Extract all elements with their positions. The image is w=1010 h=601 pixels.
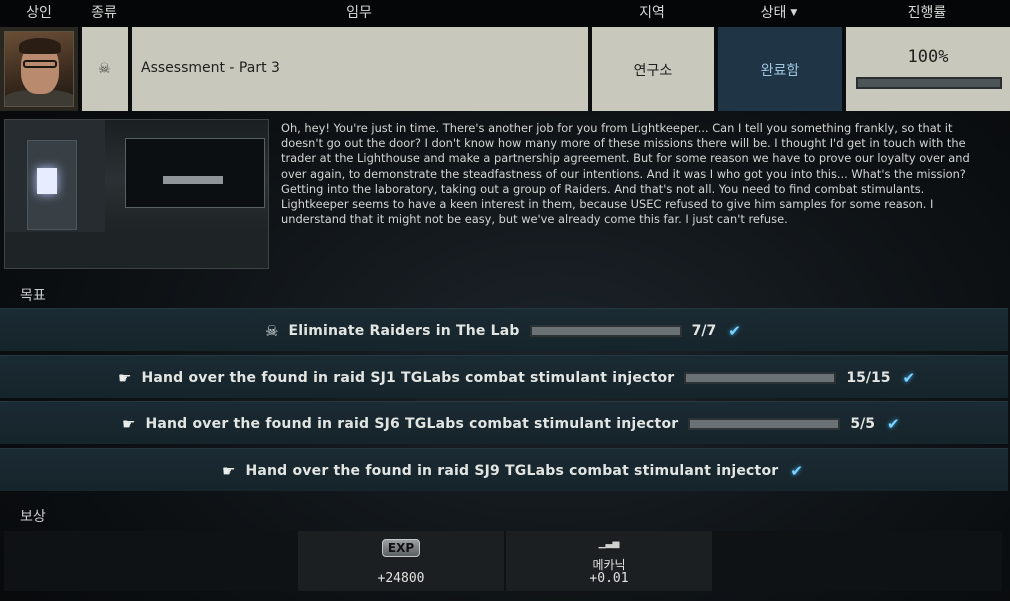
objective-progress-bar <box>529 324 682 337</box>
quest-name-cell[interactable]: Assessment - Part 3 <box>130 27 588 111</box>
objective-progress-bar <box>688 417 841 430</box>
objective-content: ☛ Hand over the found in raid SJ9 TGLabs … <box>222 449 803 492</box>
objective-text: Eliminate Raiders in The Lab <box>288 322 520 339</box>
objective-count: 5/5 <box>850 415 875 432</box>
checkmark-icon: ✔ <box>886 414 900 433</box>
quest-image <box>4 119 269 269</box>
progress-bar <box>856 77 1002 89</box>
quest-status-cell[interactable]: 완료함 <box>716 27 842 111</box>
header-status[interactable]: 상태 ▼ <box>716 0 842 27</box>
quest-type-cell[interactable]: ☠ <box>80 27 128 111</box>
quest-progress-cell[interactable]: 100% <box>844 27 1010 111</box>
quest-window: 상인 종류 임무 지역 상태 ▼ 진행률 ☠ Assessment - Part … <box>0 0 1010 601</box>
objective-row[interactable]: ☛ Hand over the found in raid SJ9 TGLabs … <box>0 448 1008 491</box>
objective-progress-fill <box>686 373 835 382</box>
header-progress[interactable]: 진행률 <box>844 0 1010 27</box>
progress-percent: 100% <box>907 47 949 67</box>
header-trader[interactable]: 상인 <box>0 0 78 27</box>
trader-cell[interactable] <box>0 27 78 111</box>
reward-exp[interactable]: EXP +24800 <box>298 531 504 591</box>
skull-icon: ☠ <box>98 61 111 77</box>
objective-content: ☛ Hand over the found in raid SJ6 TGLabs … <box>122 402 900 445</box>
objective-content: ☛ Hand over the found in raid SJ1 TGLabs … <box>118 356 915 399</box>
objective-text: Hand over the found in raid SJ6 TGLabs c… <box>145 415 679 432</box>
checkmark-icon: ✔ <box>790 461 803 480</box>
skill-chart-icon: ▁▃▅ <box>598 539 620 549</box>
objective-text: Hand over the found in raid SJ9 TGLabs c… <box>245 462 779 479</box>
trader-portrait <box>4 31 74 107</box>
objective-text: Hand over the found in raid SJ1 TGLabs c… <box>141 369 675 386</box>
quest-status: 완료함 <box>760 63 800 79</box>
progress-bar-fill <box>858 79 1000 87</box>
exp-icon: EXP <box>381 539 421 557</box>
hand-icon: ☛ <box>122 414 136 433</box>
quest-location-cell[interactable]: 연구소 <box>590 27 714 111</box>
reward-skill[interactable]: ▁▃▅ 메카닉 +0.01 <box>506 531 712 591</box>
header-type[interactable]: 종류 <box>80 0 128 27</box>
quest-name: Assessment - Part 3 <box>141 60 280 76</box>
header-status-label: 상태 <box>760 5 787 21</box>
hand-icon: ☛ <box>118 368 132 387</box>
objective-count: 15/15 <box>846 369 891 386</box>
checkmark-icon: ✔ <box>902 368 916 387</box>
objectives-label: 목표 <box>20 288 46 304</box>
objective-count: 7/7 <box>691 322 717 339</box>
objective-row[interactable]: ☛ Hand over the found in raid SJ6 TGLabs … <box>0 401 1008 444</box>
checkmark-icon: ✔ <box>728 321 741 340</box>
objective-progress-fill <box>690 419 839 428</box>
chevron-down-icon: ▼ <box>790 8 798 18</box>
objective-row[interactable]: ☠ Eliminate Raiders in The Lab 7/7 ✔ <box>0 308 1008 351</box>
objective-progress-fill <box>531 326 680 335</box>
quest-description: Oh, hey! You're just in time. There's an… <box>281 121 970 227</box>
quest-location: 연구소 <box>633 63 673 79</box>
objective-progress-bar <box>684 371 837 384</box>
objective-content: ☠ Eliminate Raiders in The Lab 7/7 ✔ <box>265 309 741 352</box>
objective-row[interactable]: ☛ Hand over the found in raid SJ1 TGLabs … <box>0 355 1008 398</box>
hand-icon: ☛ <box>222 461 236 480</box>
header-location[interactable]: 지역 <box>590 0 714 27</box>
column-header-bar: 상인 종류 임무 지역 상태 ▼ 진행률 <box>0 0 1010 27</box>
rewards-label: 보상 <box>20 509 46 525</box>
reward-exp-value: +24800 <box>377 571 425 586</box>
header-mission[interactable]: 임무 <box>130 0 588 27</box>
skull-icon: ☠ <box>265 321 279 340</box>
reward-skill-value: +0.01 <box>589 571 629 586</box>
